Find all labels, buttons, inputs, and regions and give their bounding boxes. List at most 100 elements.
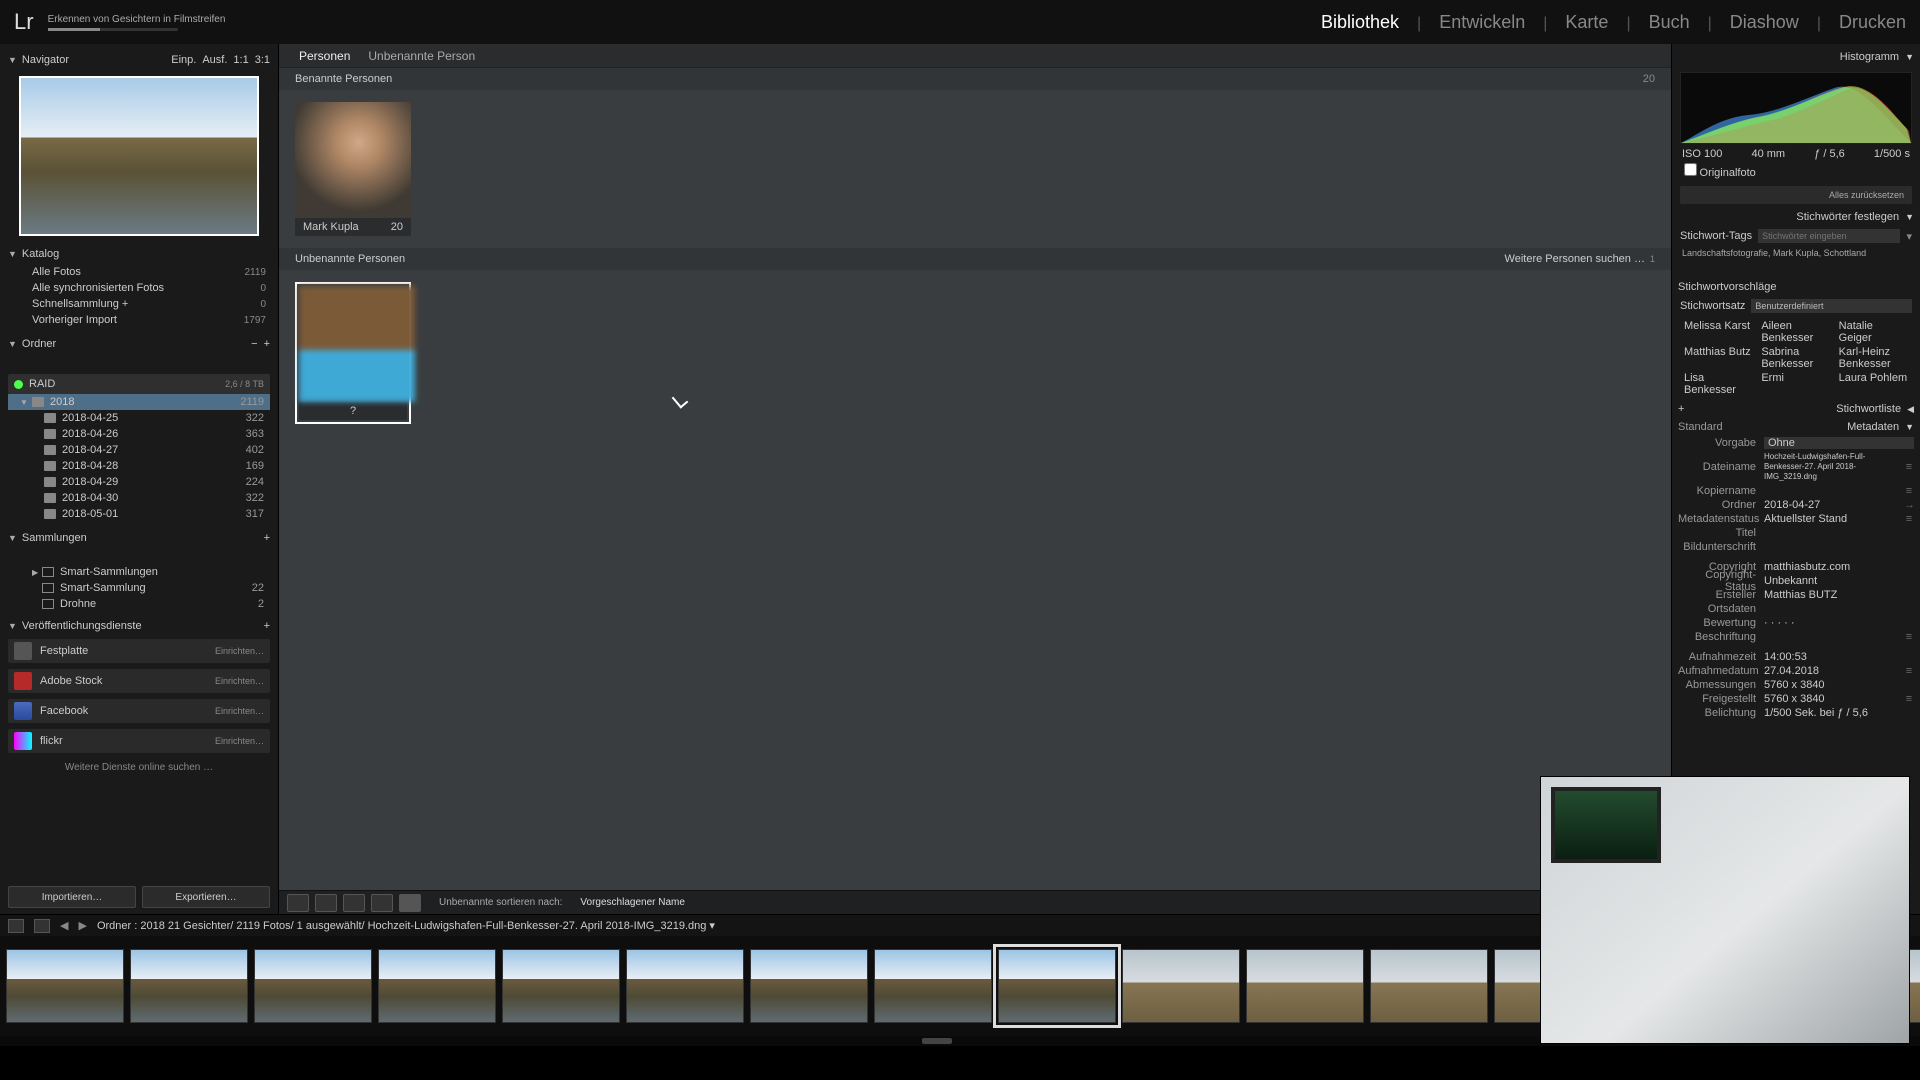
publish-adobestock[interactable]: Adobe StockEinrichten… [8, 669, 270, 693]
filmstrip-thumb[interactable] [6, 949, 124, 1023]
module-print[interactable]: Drucken [1839, 12, 1906, 33]
keyword-suggestion[interactable]: Melissa Karst [1684, 320, 1753, 344]
breadcrumb-unnamed[interactable]: Unbenannte Person [368, 49, 475, 63]
filmstrip-thumb[interactable] [1246, 949, 1364, 1023]
catalog-header[interactable]: ▼Katalog [8, 244, 270, 264]
histo-shutter: 1/500 s [1874, 148, 1910, 160]
second-monitor-icon[interactable] [8, 919, 24, 933]
folders-header[interactable]: ▼Ordner−+ [8, 334, 270, 354]
keyword-suggestion[interactable]: Lisa Benkesser [1684, 372, 1753, 396]
folder-item[interactable]: 2018-04-27402 [32, 442, 270, 458]
face-thumbnail[interactable] [299, 286, 415, 402]
folder-plus-icon[interactable]: + [264, 338, 270, 350]
navigator-preview[interactable] [19, 76, 259, 236]
keywordlist-header[interactable]: +Stichwortliste◀ [1678, 400, 1914, 418]
filmstrip-thumb[interactable] [1122, 949, 1240, 1023]
keyword-suggestion[interactable]: Karl-Heinz Benkesser [1839, 346, 1908, 370]
view-grid-button[interactable] [287, 894, 309, 912]
collections-header[interactable]: ▼Sammlungen+ [8, 528, 270, 548]
histogram-header[interactable]: Histogramm▼ [1678, 48, 1914, 66]
filmstrip-thumb[interactable] [626, 949, 744, 1023]
catalog-prev-import[interactable]: Vorheriger Import1797 [8, 312, 270, 328]
metadata-preset[interactable]: Ohne [1764, 437, 1914, 449]
folder-minus-icon[interactable]: − [251, 338, 257, 350]
publish-plus-icon[interactable]: + [264, 620, 270, 632]
publish-flickr[interactable]: flickrEinrichten… [8, 729, 270, 753]
view-compare-button[interactable] [343, 894, 365, 912]
breadcrumb-people[interactable]: Personen [299, 49, 350, 63]
zoom-3-1[interactable]: 3:1 [255, 54, 270, 66]
smart-collections[interactable]: ▶Smart-Sammlungen [8, 564, 270, 580]
face-thumbnail[interactable] [295, 102, 411, 218]
metadata-creator[interactable]: Matthias BUTZ [1764, 589, 1914, 601]
module-book[interactable]: Buch [1649, 12, 1690, 33]
keywordlist-plus-icon[interactable]: + [1678, 403, 1684, 415]
catalog-quick[interactable]: Schnellsammlung +0 [8, 296, 270, 312]
sort-value[interactable]: Vorgeschlagener Name [580, 897, 685, 908]
keyword-suggestion[interactable]: Matthias Butz [1684, 346, 1753, 370]
filmstrip-thumb[interactable] [130, 949, 248, 1023]
smart-collection[interactable]: Smart-Sammlung22 [8, 580, 270, 596]
zoom-fill[interactable]: Ausf. [202, 54, 227, 66]
collection-drone[interactable]: Drohne2 [8, 596, 270, 612]
filmstrip-thumb[interactable] [254, 949, 372, 1023]
filmstrip-thumb-selected[interactable] [998, 949, 1116, 1023]
original-photo-checkbox[interactable] [1684, 163, 1697, 176]
view-survey-button[interactable] [371, 894, 393, 912]
module-develop[interactable]: Entwickeln [1439, 12, 1525, 33]
unnamed-person-card[interactable]: ? [295, 282, 411, 424]
view-loupe-button[interactable] [315, 894, 337, 912]
zoom-fit[interactable]: Einp. [171, 54, 196, 66]
keyword-suggestion[interactable]: Ermi [1761, 372, 1830, 396]
filmstrip-thumb[interactable] [1370, 949, 1488, 1023]
publish-more[interactable]: Weitere Dienste online suchen … [8, 756, 270, 779]
keyword-set[interactable] [1751, 299, 1912, 313]
metadata-folder[interactable]: 2018-04-27 [1764, 499, 1904, 511]
folder-item[interactable]: 2018-04-25322 [32, 410, 270, 426]
filmstrip-thumb[interactable] [502, 949, 620, 1023]
module-library[interactable]: Bibliothek [1321, 12, 1399, 33]
applied-keywords[interactable]: Landschaftsfotografie, Mark Kupla, Schot… [1678, 246, 1914, 260]
publish-facebook[interactable]: FacebookEinrichten… [8, 699, 270, 723]
metadata-copyright[interactable]: matthiasbutz.com [1764, 561, 1914, 573]
publish-header[interactable]: ▼Veröffentlichungsdienste+ [8, 616, 270, 636]
named-person-card[interactable]: Mark Kupla20 [295, 102, 411, 236]
filmstrip-thumb[interactable] [874, 949, 992, 1023]
folder-item[interactable]: 2018-04-28169 [32, 458, 270, 474]
export-button[interactable]: Exportieren… [142, 886, 270, 908]
module-slideshow[interactable]: Diashow [1730, 12, 1799, 33]
metadata-header[interactable]: StandardMetadaten▼ [1678, 418, 1914, 436]
filmstrip-path[interactable]: Ordner : 2018 21 Gesichter/ 2119 Fotos/ … [97, 919, 715, 932]
folder-2018[interactable]: ▼20182119 [8, 394, 270, 410]
catalog-all-photos[interactable]: Alle Fotos2119 [8, 264, 270, 280]
keyword-menu-icon[interactable]: ▾ [1906, 230, 1912, 243]
suggestions-header[interactable]: Stichwortvorschläge [1678, 278, 1914, 296]
folder-item[interactable]: 2018-05-01317 [32, 506, 270, 522]
module-map[interactable]: Karte [1565, 12, 1608, 33]
filmstrip-thumb[interactable] [750, 949, 868, 1023]
metadata-rating[interactable]: · · · · · [1764, 617, 1914, 629]
catalog-synced[interactable]: Alle synchronisierten Fotos0 [8, 280, 270, 296]
keyword-suggestion[interactable]: Aileen Benkesser [1761, 320, 1830, 344]
keyword-suggestion[interactable]: Laura Pohlem [1839, 372, 1908, 396]
keyword-suggestion[interactable]: Sabrina Benkesser [1761, 346, 1830, 370]
keywords-header[interactable]: Stichwörter festlegen▼ [1678, 208, 1914, 226]
metadata-copyright-status[interactable]: Unbekannt [1764, 575, 1914, 587]
keyword-input[interactable] [1758, 229, 1900, 243]
zoom-1-1[interactable]: 1:1 [233, 54, 248, 66]
publish-harddrive[interactable]: FestplatteEinrichten… [8, 639, 270, 663]
find-more-people[interactable]: Weitere Personen suchen … [1505, 253, 1645, 265]
keyword-suggestion[interactable]: Natalie Geiger [1839, 320, 1908, 344]
grid-toggle-icon[interactable] [34, 919, 50, 933]
collection-plus-icon[interactable]: + [264, 532, 270, 544]
navigator-header[interactable]: ▼Navigator Einp. Ausf. 1:1 3:1 [8, 50, 270, 70]
view-people-button[interactable] [399, 894, 421, 912]
folder-item[interactable]: 2018-04-29224 [32, 474, 270, 490]
histogram[interactable] [1680, 72, 1912, 144]
drive-raid[interactable]: RAID 2,6 / 8 TB [8, 374, 270, 394]
reset-all-button[interactable]: Alles zurücksetzen [1680, 186, 1912, 204]
import-button[interactable]: Importieren… [8, 886, 136, 908]
folder-item[interactable]: 2018-04-30322 [32, 490, 270, 506]
filmstrip-thumb[interactable] [378, 949, 496, 1023]
folder-item[interactable]: 2018-04-26363 [32, 426, 270, 442]
